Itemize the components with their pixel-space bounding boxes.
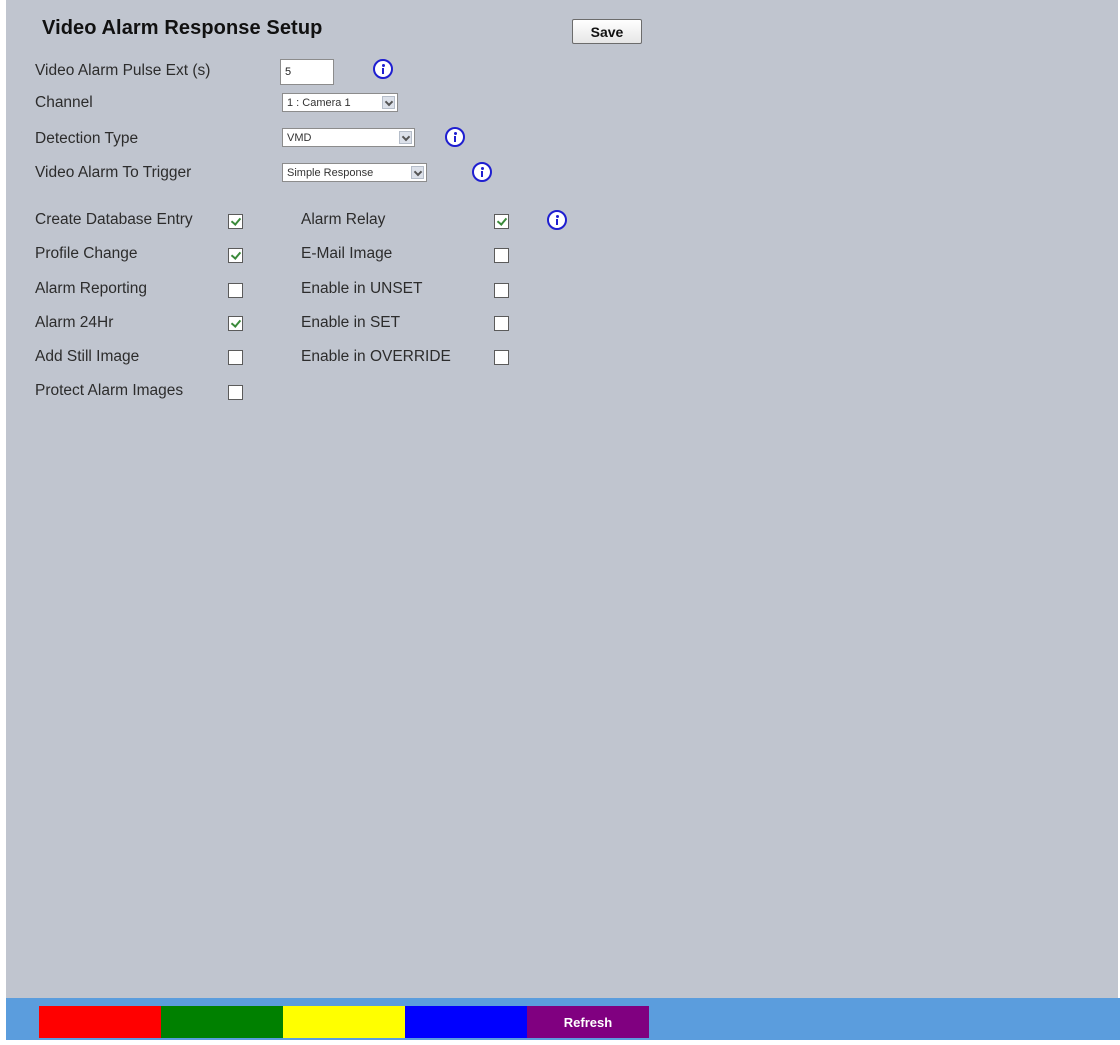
checkbox-alarm-reporting[interactable] <box>228 283 243 298</box>
red-function-button[interactable] <box>39 1006 161 1038</box>
checkbox-create-database-entry[interactable] <box>228 214 243 229</box>
setup-panel <box>6 0 1118 998</box>
channel-select-value: 1 : Camera 1 <box>287 97 351 109</box>
checkbox-enable-in-unset[interactable] <box>494 283 509 298</box>
option-label-create-database-entry: Create Database Entry <box>35 211 193 228</box>
detection-type-select-value: VMD <box>287 132 312 144</box>
checkbox-profile-change[interactable] <box>228 248 243 263</box>
option-label-enable-in-override: Enable in OVERRIDE <box>301 348 451 365</box>
page-title: Video Alarm Response Setup <box>42 17 323 39</box>
alarm-trigger-select-value: Simple Response <box>287 167 374 179</box>
refresh-button[interactable]: Refresh <box>527 1006 649 1038</box>
checkbox-alarm-24hr[interactable] <box>228 316 243 331</box>
pulse-ext-label: Video Alarm Pulse Ext (s) <box>35 62 211 79</box>
green-function-button[interactable] <box>161 1006 283 1038</box>
checkbox-protect-alarm-images[interactable] <box>228 385 243 400</box>
detection-type-label: Detection Type <box>35 130 139 147</box>
option-label-alarm-relay: Alarm Relay <box>301 211 386 228</box>
detection-type-info-icon[interactable] <box>445 127 465 147</box>
channel-label: Channel <box>35 94 93 111</box>
alarm-trigger-label: Video Alarm To Trigger <box>35 164 192 181</box>
option-label-profile-change: Profile Change <box>35 245 138 262</box>
checkbox-enable-in-set[interactable] <box>494 316 509 331</box>
checkbox-email-image[interactable] <box>494 248 509 263</box>
option-label-alarm-reporting: Alarm Reporting <box>35 280 147 297</box>
option-label-enable-in-unset: Enable in UNSET <box>301 280 423 297</box>
pulse-ext-input[interactable]: 5 <box>280 59 334 85</box>
option-label-enable-in-set: Enable in SET <box>301 314 401 331</box>
option-label-protect-alarm-images: Protect Alarm Images <box>35 382 184 399</box>
yellow-function-button[interactable] <box>283 1006 405 1038</box>
checkbox-enable-in-override[interactable] <box>494 350 509 365</box>
channel-select[interactable]: 1 : Camera 1 <box>282 93 398 112</box>
alarm-trigger-info-icon[interactable] <box>472 162 492 182</box>
chevron-down-icon <box>382 96 395 109</box>
option-label-add-still-image: Add Still Image <box>35 348 140 365</box>
save-button[interactable]: Save <box>572 19 642 44</box>
alarm-trigger-select[interactable]: Simple Response <box>282 163 427 182</box>
alarm-relay-info-icon[interactable] <box>547 210 567 230</box>
option-label-email-image: E-Mail Image <box>301 245 393 262</box>
blue-function-button[interactable] <box>405 1006 527 1038</box>
detection-type-select[interactable]: VMD <box>282 128 415 147</box>
chevron-down-icon <box>399 131 412 144</box>
pulse-ext-info-icon[interactable] <box>373 59 393 79</box>
option-label-alarm-24hr: Alarm 24Hr <box>35 314 114 331</box>
checkbox-add-still-image[interactable] <box>228 350 243 365</box>
checkbox-alarm-relay[interactable] <box>494 214 509 229</box>
chevron-down-icon <box>411 166 424 179</box>
